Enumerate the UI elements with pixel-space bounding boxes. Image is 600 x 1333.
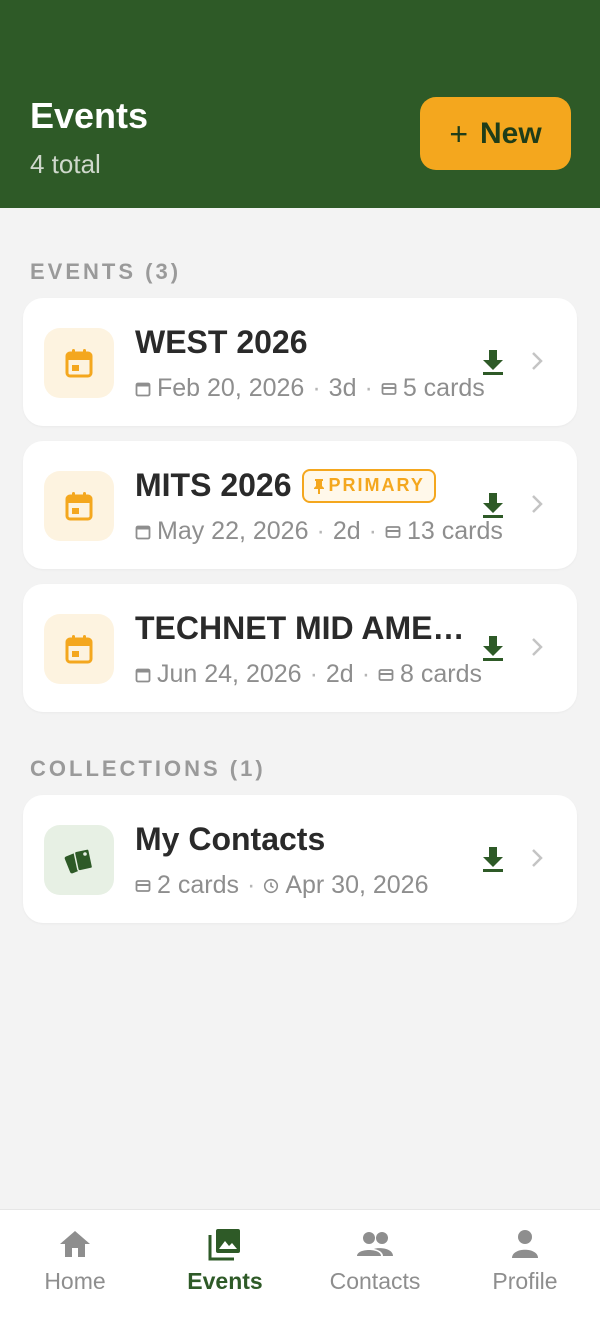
collection-card-count: 2 cards <box>157 871 239 899</box>
nav-profile[interactable]: Profile <box>450 1210 600 1333</box>
page-subtitle: 4 total <box>30 149 101 179</box>
meta-separator: · <box>246 871 256 899</box>
chevron-right-icon <box>532 638 543 656</box>
download-icon[interactable] <box>481 845 505 873</box>
collections-section-label: COLLECTIONS (1) <box>30 756 266 781</box>
app-header: Events 4 total + New <box>0 0 600 208</box>
primary-badge-label: PRIMARY <box>328 475 425 495</box>
event-card-technet[interactable]: TECHNET MID AME… Jun 24, 2026 · 2d · 8 c… <box>23 584 577 712</box>
new-event-button[interactable]: + New <box>420 97 571 170</box>
event-name: MITS 2026 <box>135 467 292 503</box>
collection-name: My Contacts <box>135 821 326 857</box>
new-button-label: New <box>480 116 542 150</box>
nav-contacts[interactable]: Contacts <box>300 1210 450 1333</box>
nav-events-label: Events <box>187 1268 263 1294</box>
event-card-count: 13 cards <box>406 517 503 545</box>
event-card-count: 5 cards <box>402 374 485 402</box>
card-small-icon <box>381 382 397 396</box>
calendar-icon <box>65 492 93 521</box>
collection-card-my-contacts[interactable]: My Contacts 2 cards · Apr 30, 2026 <box>23 795 577 923</box>
event-icon-box <box>44 614 114 684</box>
meta-separator: · <box>309 660 318 688</box>
download-icon[interactable] <box>481 491 505 519</box>
meta-separator: · <box>364 374 373 402</box>
collection-updated-date: Apr 30, 2026 <box>285 871 429 899</box>
chevron-right-icon <box>532 495 543 513</box>
collection-icon-box <box>44 825 114 895</box>
calendar-small-icon <box>135 524 151 540</box>
event-duration: 3d <box>328 374 357 402</box>
page-title: Events <box>30 95 149 136</box>
event-card-west-2026[interactable]: WEST 2026 Feb 20, 2026 · 3d · 5 cards <box>23 298 577 426</box>
event-date: Jun 24, 2026 <box>157 660 302 688</box>
event-duration: 2d <box>325 660 354 688</box>
chevron-right-icon <box>532 849 543 867</box>
meta-separator: · <box>316 517 325 545</box>
nav-contacts-label: Contacts <box>329 1268 421 1294</box>
person-icon <box>506 1226 544 1262</box>
event-date: Feb 20, 2026 <box>157 374 305 402</box>
meta-separator: · <box>361 660 371 688</box>
bottom-nav: Home Events Contacts Profile <box>0 1209 600 1333</box>
event-name: WEST 2026 <box>135 324 308 360</box>
pin-icon <box>313 478 324 494</box>
event-icon-box <box>44 328 114 398</box>
photo-library-icon <box>206 1226 244 1262</box>
primary-badge: PRIMARY <box>301 468 436 503</box>
download-icon[interactable] <box>481 634 505 662</box>
people-icon <box>356 1226 394 1262</box>
chevron-right-icon <box>532 352 543 370</box>
event-meta: Jun 24, 2026 · 2d · 8 cards <box>135 660 482 689</box>
card-small-icon <box>385 525 401 539</box>
nav-home[interactable]: Home <box>0 1210 150 1333</box>
nav-profile-label: Profile <box>492 1268 558 1294</box>
download-icon[interactable] <box>481 348 505 376</box>
clock-icon <box>263 878 279 894</box>
card-small-icon <box>378 668 394 682</box>
meta-separator: · <box>368 517 377 545</box>
collection-meta: 2 cards · Apr 30, 2026 <box>135 871 428 900</box>
event-date: May 22, 2026 <box>157 517 309 545</box>
event-meta: May 22, 2026 · 2d · 13 cards <box>135 517 503 546</box>
calendar-icon <box>65 635 93 664</box>
event-card-count: 8 cards <box>400 660 483 688</box>
card-small-icon <box>135 879 151 893</box>
home-icon <box>56 1226 94 1262</box>
event-card-mits-2026[interactable]: MITS 2026 PRIMARY May 22, 2026 · 2d · 13… <box>23 441 577 569</box>
nav-events[interactable]: Events <box>150 1210 300 1333</box>
meta-separator: · <box>312 374 321 402</box>
event-meta: Feb 20, 2026 · 3d · 5 cards <box>135 374 485 403</box>
calendar-small-icon <box>135 381 151 397</box>
calendar-icon <box>65 349 93 378</box>
calendar-small-icon <box>135 667 151 683</box>
cards-icon <box>64 848 94 874</box>
nav-home-label: Home <box>44 1268 106 1294</box>
plus-icon: + <box>449 115 468 152</box>
event-name: TECHNET MID AME… <box>135 610 465 646</box>
event-duration: 2d <box>332 517 361 545</box>
events-section-label: EVENTS (3) <box>30 259 182 284</box>
event-icon-box <box>44 471 114 541</box>
